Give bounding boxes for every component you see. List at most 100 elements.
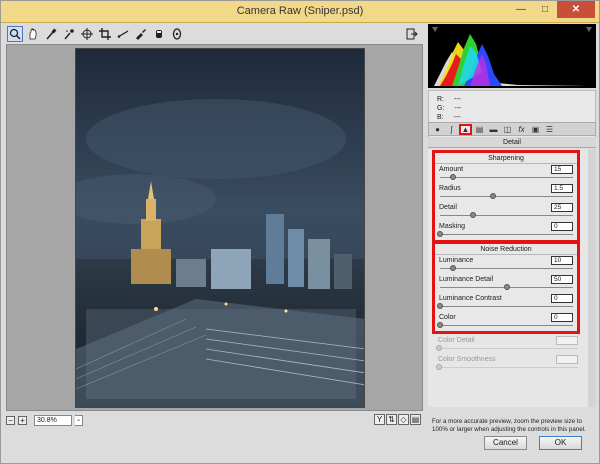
color-detail-slider-track[interactable] — [436, 345, 578, 351]
color-detail-slider-row: Color Detail — [434, 335, 582, 354]
luminance-detail-value-field[interactable]: 50 — [551, 275, 573, 284]
color-smoothness-label: Color Smoothness — [438, 356, 496, 363]
preview-controls: − + 30.8% ⌄ Y ⇅ ◇ ▤ — [6, 413, 423, 427]
zoom-level-field[interactable]: 30.8% — [34, 414, 72, 426]
camera-raw-window: Camera Raw (Sniper.psd) — □ ✕ − + 30.8% … — [0, 0, 600, 464]
lens-corrections-tab-icon[interactable]: ◫ — [501, 124, 514, 135]
camera-calibration-tab-icon[interactable]: ▣ — [529, 124, 542, 135]
color-slider-track[interactable] — [437, 322, 573, 328]
b-label: B: — [437, 114, 444, 121]
r-value: --- — [454, 96, 461, 103]
noise-reduction-title: Noise Reduction — [435, 244, 577, 255]
panel-tabs: ● ∫ ▲ ▤ ▬ ◫ fx ▣ ☰ — [428, 122, 596, 136]
effects-tab-icon[interactable]: fx — [515, 124, 528, 135]
g-label: G: — [437, 105, 445, 112]
luminance-contrast-slider-thumb[interactable] — [437, 303, 443, 309]
histogram — [428, 24, 596, 88]
detail-value-field[interactable]: 25 — [551, 203, 573, 212]
r-label: R: — [437, 96, 444, 103]
luminance-detail-slider-thumb[interactable] — [503, 284, 510, 290]
spot-removal-icon[interactable] — [133, 26, 149, 42]
color-slider-thumb[interactable] — [437, 322, 443, 328]
color-smoothness-slider-row: Color Smoothness — [434, 354, 582, 373]
graduated-filter-icon[interactable] — [169, 26, 185, 42]
copy-settings-icon[interactable]: ◇ — [398, 414, 409, 425]
noise-reduction-group: Noise Reduction Luminance 10 Luminance Det… — [432, 241, 580, 334]
luminance-label: Luminance — [439, 257, 474, 264]
zoom-dropdown-icon[interactable]: ⌄ — [75, 414, 83, 426]
ok-button[interactable]: OK — [539, 436, 582, 450]
color-value-field[interactable]: 0 — [551, 313, 573, 322]
toggle-settings-icon[interactable]: ▤ — [410, 414, 421, 425]
hsl-tab-icon[interactable]: ▤ — [473, 124, 486, 135]
title-bar: Camera Raw (Sniper.psd) — □ ✕ — [1, 1, 599, 23]
color-detail-slider-thumb[interactable] — [436, 345, 442, 351]
radius-slider-thumb[interactable] — [490, 193, 497, 199]
hand-icon[interactable] — [25, 26, 41, 42]
color-sampler-icon[interactable] — [61, 26, 77, 42]
amount-slider-track[interactable] — [440, 174, 573, 180]
targeted-adjust-icon[interactable] — [79, 26, 95, 42]
masking-label: Masking — [439, 223, 466, 230]
color-smoothness-slider-thumb[interactable] — [436, 364, 442, 370]
close-button[interactable]: ✕ — [557, 1, 595, 18]
presets-tab-icon[interactable]: ☰ — [543, 124, 556, 135]
detail-slider-row: Detail 25 — [435, 202, 577, 221]
luminance-slider-thumb[interactable] — [450, 265, 457, 271]
color-slider-row: Color 0 — [435, 312, 577, 331]
zoom-out-button[interactable]: − — [6, 415, 15, 425]
sharpening-group: Sharpening Amount 15 Radius 1.5 Detail 25 Mask… — [432, 150, 580, 243]
red-eye-icon[interactable] — [151, 26, 167, 42]
minimize-button[interactable]: — — [509, 1, 533, 18]
radius-label: Radius — [439, 185, 461, 192]
white-balance-icon[interactable] — [43, 26, 59, 42]
detail-panel: Sharpening Amount 15 Radius 1.5 Detail 25 Mask… — [428, 149, 596, 433]
basic-tab-icon[interactable]: ● — [431, 124, 444, 135]
maximize-button[interactable]: □ — [533, 1, 557, 18]
luminance-slider-track[interactable] — [440, 265, 573, 271]
detail-slider-thumb[interactable] — [470, 212, 477, 218]
view-mode-icon[interactable]: Y — [374, 414, 385, 425]
radius-slider-track[interactable] — [440, 193, 573, 199]
open-preferences-icon[interactable] — [404, 26, 420, 42]
detail-tab-icon[interactable]: ▲ — [459, 124, 472, 135]
luminance-value-field[interactable]: 10 — [551, 256, 573, 265]
luminance-detail-label: Luminance Detail — [439, 276, 494, 283]
crop-icon[interactable] — [97, 26, 113, 42]
panel-scrollbar[interactable] — [588, 149, 596, 407]
preview-photo — [75, 48, 365, 408]
g-value: --- — [454, 105, 462, 112]
tone-curve-tab-icon[interactable]: ∫ — [445, 124, 458, 135]
amount-label: Amount — [439, 166, 464, 173]
color-detail-value-field[interactable] — [556, 336, 578, 345]
masking-slider-track[interactable] — [437, 231, 573, 237]
amount-slider-row: Amount 15 — [435, 164, 577, 183]
luminance-detail-slider-row: Luminance Detail 50 — [435, 274, 577, 293]
detail-label: Detail — [439, 204, 457, 211]
straighten-icon[interactable] — [115, 26, 131, 42]
radius-value-field[interactable]: 1.5 — [551, 184, 573, 193]
toolbar — [7, 26, 185, 42]
luminance-contrast-slider-track[interactable] — [437, 303, 573, 309]
zoom-icon[interactable] — [7, 26, 23, 42]
amount-value-field[interactable]: 15 — [551, 165, 573, 174]
color-label: Color — [439, 314, 456, 321]
luminance-detail-slider-track[interactable] — [440, 284, 573, 290]
detail-slider-track[interactable] — [440, 212, 573, 218]
split-toning-tab-icon[interactable]: ▬ — [487, 124, 500, 135]
color-detail-label: Color Detail — [438, 337, 475, 344]
zoom-in-button[interactable]: + — [18, 415, 27, 425]
swap-icon[interactable]: ⇅ — [386, 414, 397, 425]
color-smoothness-slider-track[interactable] — [436, 364, 578, 370]
masking-slider-row: Masking 0 — [435, 221, 577, 240]
masking-value-field[interactable]: 0 — [551, 222, 573, 231]
b-value: --- — [453, 114, 461, 121]
amount-slider-thumb[interactable] — [450, 174, 457, 180]
luminance-contrast-value-field[interactable]: 0 — [551, 294, 573, 303]
masking-slider-thumb[interactable] — [437, 231, 443, 237]
cancel-button[interactable]: Cancel — [484, 436, 527, 450]
panel-title: Detail — [428, 137, 596, 148]
radius-slider-row: Radius 1.5 — [435, 183, 577, 202]
image-preview[interactable] — [6, 44, 423, 411]
color-smoothness-value-field[interactable] — [556, 355, 578, 364]
